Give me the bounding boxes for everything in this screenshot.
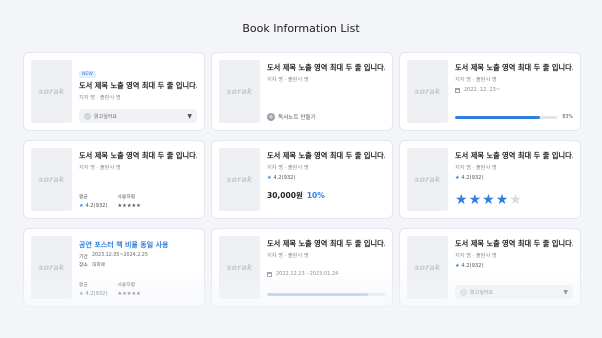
new-badge: NEW <box>79 71 96 78</box>
cover-logo: sorak <box>226 175 253 184</box>
reading-progress <box>267 292 385 296</box>
book-title[interactable]: 도서 제목 노출 영역 최대 두 줄 입니다. <box>455 239 573 249</box>
book-cover: sorak <box>219 60 260 123</box>
cover-logo: sorak <box>226 87 253 96</box>
performance-title[interactable]: 공연 포스터 책 비율 동일 사용 <box>79 240 197 250</box>
rating-star-icon[interactable]: ★ <box>482 192 496 208</box>
book-cover: sorak <box>31 60 72 123</box>
book-cover: sorak <box>219 148 260 211</box>
book-meta: 지자 명 · 출판사 명 <box>267 165 309 171</box>
star-icon: ★ <box>455 175 460 181</box>
cover-logo: sorak <box>226 263 253 272</box>
reading-status-label: 읽고싶어요 <box>94 113 118 120</box>
user-rating-stars[interactable]: ★★★★★ <box>455 192 523 208</box>
book-card[interactable]: sorak 도서 제목 노출 영역 최대 두 줄 입니다. 지자 명 · 출판사… <box>399 52 581 131</box>
book-title[interactable]: 도서 제목 노출 영역 최대 두 줄 입니다. <box>455 151 573 161</box>
book-meta: 지자 명 · 출판사 명 <box>267 253 309 259</box>
cover-logo: sorak <box>38 263 65 272</box>
book-meta: 지자 명 · 출판사 명 <box>79 165 121 171</box>
reading-progress: 83% <box>455 115 573 120</box>
rating-star-icon[interactable]: ★ <box>455 192 469 208</box>
rating-star-icon[interactable]: ★ <box>509 192 523 208</box>
cover-logo: sorak <box>38 175 65 184</box>
cover-logo: sorak <box>414 263 441 272</box>
book-card[interactable]: sorak 도서 제목 노출 영역 최대 두 줄 입니다. 지자 명 · 출판사… <box>399 228 581 307</box>
book-card[interactable]: sorak 도서 제목 노출 영역 최대 두 줄 입니다. 지자 명 · 출판사… <box>211 140 393 219</box>
price: 30,000원 <box>267 191 303 200</box>
cover-logo: sorak <box>414 87 441 96</box>
period-key: 기간 <box>79 255 88 260</box>
book-card[interactable]: sorak 도서 제목 노출 영역 최대 두 줄 입니다. 지자 명 · 출판사… <box>211 52 393 131</box>
book-card[interactable]: sorak NEW 도서 제목 노출 영역 최대 두 줄 입니다. 지자 명 ·… <box>23 52 205 131</box>
reading-status-label: 읽고싶어요 <box>470 289 494 296</box>
book-meta: 지자 명 · 출판사 명 <box>79 95 121 101</box>
performance-card[interactable]: sorak 공연 포스터 책 비율 동일 사용 기간 2023.12.05~202… <box>23 228 205 307</box>
progress-fill <box>455 115 540 120</box>
star-icon: ★ <box>79 203 84 209</box>
reading-period: 2022.12.23 - 2023.01.24 <box>276 271 339 277</box>
average-rating: 4.2(932) <box>85 203 108 209</box>
book-title[interactable]: 도서 제목 노출 영역 최대 두 줄 입니다. <box>79 151 197 161</box>
reading-status-select[interactable]: ✓ 읽고싶어요 ▼ <box>455 285 573 299</box>
status-icon: ✓ <box>460 288 467 296</box>
progress-fill <box>267 292 369 296</box>
book-meta: 지자 명 · 출판사 명 <box>267 77 309 83</box>
rating-star-icon[interactable]: ★ <box>496 192 510 208</box>
book-title[interactable]: 도서 제목 노출 영역 최대 두 줄 입니다. <box>267 151 385 161</box>
book-title[interactable]: 도서 제목 노출 영역 최대 두 줄 입니다. <box>455 63 573 73</box>
reading-status-select[interactable]: ✓ 읽고싶어요 ▼ <box>79 109 197 123</box>
book-grid: sorak NEW 도서 제목 노출 영역 최대 두 줄 입니다. 지자 명 ·… <box>23 52 581 307</box>
cover-logo: sorak <box>414 175 441 184</box>
star-icon: ★ <box>79 291 84 297</box>
star-icon: ★ <box>455 263 460 269</box>
page-title: Book Information List <box>242 22 360 35</box>
user-rating-caption: 사용자평 <box>117 283 136 288</box>
place-key: 장소 <box>79 263 88 268</box>
create-note-label: 독서노트 만들기 <box>278 115 316 121</box>
plus-icon: + <box>267 113 275 121</box>
chevron-down-icon: ▼ <box>563 288 568 296</box>
average-caption: 평균 <box>79 283 88 288</box>
user-rating-stars[interactable]: ★★★★★ <box>118 291 141 297</box>
book-meta: 지자 명 · 출판사 명 <box>455 253 497 259</box>
period-value: 2023.12.05~2024.2.25 <box>92 253 148 258</box>
book-meta: 지자 명 · 출판사 명 <box>455 165 497 171</box>
discount-rate: 10% <box>306 191 325 200</box>
cover-logo: sorak <box>38 87 65 96</box>
average-rating: 4.2(932) <box>461 263 484 269</box>
average-caption: 평균 <box>79 195 88 200</box>
reading-date: 2022. 12. 23~ <box>464 87 500 93</box>
book-title[interactable]: 도서 제목 노출 영역 최대 두 줄 입니다. <box>79 81 197 91</box>
star-icon: ★ <box>267 175 272 181</box>
book-card[interactable]: sorak 도서 제목 노출 영역 최대 두 줄 입니다. 지자 명 · 출판사… <box>23 140 205 219</box>
average-rating: 4.2(932) <box>85 291 108 297</box>
calendar-icon <box>455 87 460 93</box>
user-rating-stars[interactable]: ★★★★★ <box>118 203 141 209</box>
average-rating: 4.2(932) <box>461 175 484 181</box>
book-title[interactable]: 도서 제목 노출 영역 최대 두 줄 입니다. <box>267 239 385 249</box>
book-cover: sorak <box>407 236 448 299</box>
poster-cover: sorak <box>31 236 72 299</box>
book-card[interactable]: sorak 도서 제목 노출 영역 최대 두 줄 입니다. 지자 명 · 출판사… <box>211 228 393 307</box>
book-card[interactable]: sorak 도서 제목 노출 영역 최대 두 줄 입니다. 지자 명 · 출판사… <box>399 140 581 219</box>
rating-star-icon[interactable]: ★ <box>469 192 483 208</box>
user-rating-caption: 사용자평 <box>117 195 136 200</box>
place-value: 대학로 <box>92 263 106 268</box>
book-meta: 지자 명 · 출판사 명 <box>455 77 497 83</box>
book-title[interactable]: 도서 제목 노출 영역 최대 두 줄 입니다. <box>267 63 385 73</box>
average-rating: 4.2(932) <box>273 175 296 181</box>
chevron-down-icon: ▼ <box>187 112 192 120</box>
progress-percent: 83% <box>562 115 573 120</box>
book-cover: sorak <box>407 60 448 123</box>
calendar-icon <box>267 271 272 277</box>
status-icon: ✓ <box>84 112 91 120</box>
book-cover: sorak <box>407 148 448 211</box>
book-cover: sorak <box>31 148 72 211</box>
create-note-button[interactable]: + 독서노트 만들기 <box>267 113 316 121</box>
book-cover: sorak <box>219 236 260 299</box>
